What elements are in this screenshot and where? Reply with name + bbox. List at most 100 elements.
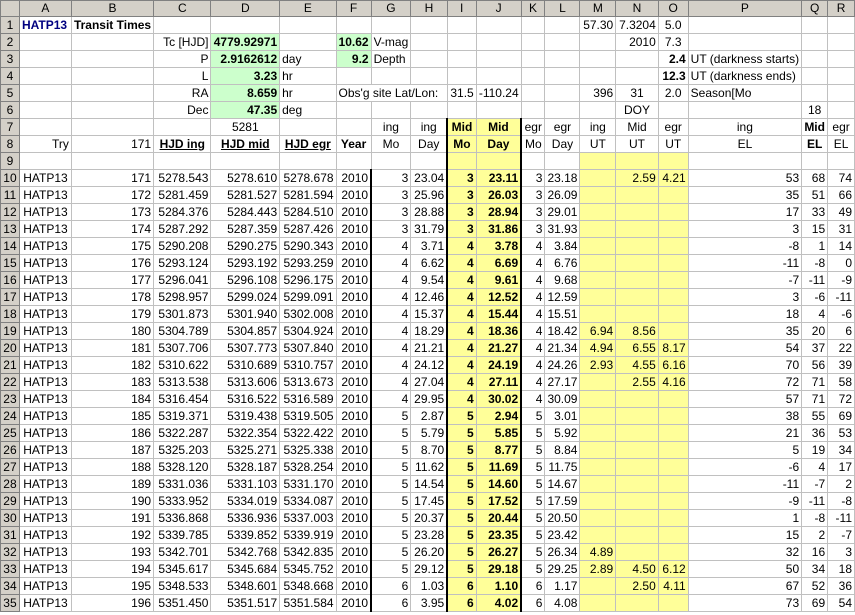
cell-e35[interactable]: 5351.584 bbox=[279, 594, 337, 612]
cell-m24[interactable] bbox=[579, 407, 617, 425]
cell-i24[interactable]: 5 bbox=[446, 407, 477, 425]
cell-i8[interactable]: Mo bbox=[446, 135, 477, 153]
cell-h18[interactable]: 15.37 bbox=[410, 305, 448, 323]
cell-q8[interactable]: EL bbox=[801, 135, 829, 153]
column-header-l[interactable]: L bbox=[544, 0, 581, 17]
cell-q3[interactable] bbox=[801, 50, 829, 68]
cell-r32[interactable]: 3 bbox=[827, 543, 855, 561]
cell-j2[interactable] bbox=[475, 33, 522, 51]
cell-i5[interactable]: 31.5 bbox=[446, 84, 477, 102]
row-header-12[interactable]: 12 bbox=[0, 203, 20, 221]
cell-k10[interactable]: 3 bbox=[520, 169, 546, 187]
cell-a11[interactable]: HATP13 bbox=[18, 186, 72, 204]
row-header-20[interactable]: 20 bbox=[0, 339, 20, 357]
cell-o17[interactable] bbox=[657, 288, 689, 306]
cell-m15[interactable] bbox=[579, 254, 617, 272]
cell-l25[interactable]: 5.92 bbox=[544, 424, 581, 442]
cell-n1[interactable]: 7.3204 bbox=[615, 16, 659, 34]
cell-a25[interactable]: HATP13 bbox=[18, 424, 72, 442]
row-header-34[interactable]: 34 bbox=[0, 577, 20, 595]
row-header-27[interactable]: 27 bbox=[0, 458, 20, 476]
cell-c19[interactable]: 5304.789 bbox=[153, 322, 212, 340]
cell-o27[interactable] bbox=[657, 458, 689, 476]
cell-m12[interactable] bbox=[579, 203, 617, 221]
cell-r35[interactable]: 54 bbox=[827, 594, 855, 612]
row-header-4[interactable]: 4 bbox=[0, 67, 20, 85]
cell-h28[interactable]: 14.54 bbox=[410, 475, 448, 493]
cell-r2[interactable] bbox=[827, 33, 855, 51]
cell-k29[interactable]: 5 bbox=[520, 492, 546, 510]
cell-l11[interactable]: 26.09 bbox=[544, 186, 581, 204]
cell-c13[interactable]: 5287.292 bbox=[153, 220, 212, 238]
cell-k28[interactable]: 5 bbox=[520, 475, 546, 493]
cell-r30[interactable]: -11 bbox=[827, 509, 855, 527]
cell-j30[interactable]: 20.44 bbox=[475, 509, 523, 527]
cell-c11[interactable]: 5281.459 bbox=[153, 186, 212, 204]
cell-d35[interactable]: 5351.517 bbox=[210, 594, 281, 612]
cell-i7[interactable]: Mid bbox=[446, 118, 477, 136]
cell-e28[interactable]: 5331.170 bbox=[279, 475, 337, 493]
cell-b30[interactable]: 191 bbox=[70, 509, 155, 527]
cell-e29[interactable]: 5334.087 bbox=[279, 492, 337, 510]
cell-m7[interactable]: ing bbox=[579, 118, 617, 136]
cell-i3[interactable] bbox=[446, 50, 477, 68]
cell-q9[interactable] bbox=[801, 152, 829, 170]
cell-m9[interactable] bbox=[579, 152, 617, 170]
row-header-1[interactable]: 1 bbox=[0, 16, 20, 34]
cell-i13[interactable]: 3 bbox=[446, 220, 477, 238]
cell-q30[interactable]: -8 bbox=[801, 509, 829, 527]
cell-e1[interactable] bbox=[279, 16, 337, 34]
row-header-9[interactable]: 9 bbox=[0, 152, 20, 170]
cell-l29[interactable]: 17.59 bbox=[544, 492, 581, 510]
cell-h15[interactable]: 6.62 bbox=[410, 254, 448, 272]
cell-o25[interactable] bbox=[657, 424, 689, 442]
cell-e18[interactable]: 5302.008 bbox=[279, 305, 337, 323]
cell-l6[interactable] bbox=[544, 101, 581, 119]
cell-r20[interactable]: 22 bbox=[827, 339, 855, 357]
cell-j9[interactable] bbox=[475, 152, 523, 170]
cell-i18[interactable]: 4 bbox=[446, 305, 477, 323]
cell-p32[interactable]: 32 bbox=[687, 543, 803, 561]
cell-a20[interactable]: HATP13 bbox=[18, 339, 72, 357]
cell-d33[interactable]: 5345.684 bbox=[210, 560, 281, 578]
cell-c28[interactable]: 5331.036 bbox=[153, 475, 212, 493]
cell-k35[interactable]: 6 bbox=[520, 594, 546, 612]
cell-b4[interactable] bbox=[70, 67, 155, 85]
row-header-10[interactable]: 10 bbox=[0, 169, 20, 187]
cell-e17[interactable]: 5299.091 bbox=[279, 288, 337, 306]
cell-i17[interactable]: 4 bbox=[446, 288, 477, 306]
cell-k27[interactable]: 5 bbox=[520, 458, 546, 476]
cell-d21[interactable]: 5310.689 bbox=[210, 356, 281, 374]
cell-h3[interactable] bbox=[410, 50, 448, 68]
cell-o10[interactable]: 4.21 bbox=[657, 169, 689, 187]
cell-p18[interactable]: 18 bbox=[687, 305, 803, 323]
cell-d1[interactable] bbox=[210, 16, 281, 34]
cell-l13[interactable]: 31.93 bbox=[544, 220, 581, 238]
cell-h13[interactable]: 31.79 bbox=[410, 220, 448, 238]
cell-h34[interactable]: 1.03 bbox=[410, 577, 448, 595]
cell-p24[interactable]: 38 bbox=[687, 407, 803, 425]
cell-m32[interactable]: 4.89 bbox=[579, 543, 617, 561]
cell-m34[interactable] bbox=[579, 577, 617, 595]
cell-p13[interactable]: 3 bbox=[687, 220, 803, 238]
cell-i22[interactable]: 4 bbox=[446, 373, 477, 391]
cell-f9[interactable] bbox=[335, 152, 372, 170]
column-header-r[interactable]: R bbox=[827, 0, 855, 17]
cell-i26[interactable]: 5 bbox=[446, 441, 477, 459]
cell-b15[interactable]: 176 bbox=[70, 254, 155, 272]
cell-l33[interactable]: 29.25 bbox=[544, 560, 581, 578]
cell-r16[interactable]: -9 bbox=[827, 271, 855, 289]
cell-i29[interactable]: 5 bbox=[446, 492, 477, 510]
cell-h31[interactable]: 23.28 bbox=[410, 526, 448, 544]
cell-o16[interactable] bbox=[657, 271, 689, 289]
cell-m33[interactable]: 2.89 bbox=[579, 560, 617, 578]
cell-d6[interactable]: 47.35 bbox=[210, 101, 281, 119]
cell-n12[interactable] bbox=[615, 203, 659, 221]
cell-m22[interactable] bbox=[579, 373, 617, 391]
cell-a33[interactable]: HATP13 bbox=[18, 560, 72, 578]
cell-q19[interactable]: 20 bbox=[801, 322, 829, 340]
select-all-corner[interactable] bbox=[0, 0, 20, 17]
cell-e14[interactable]: 5290.343 bbox=[279, 237, 337, 255]
cell-l15[interactable]: 6.76 bbox=[544, 254, 581, 272]
cell-g7[interactable]: ing bbox=[370, 118, 412, 136]
